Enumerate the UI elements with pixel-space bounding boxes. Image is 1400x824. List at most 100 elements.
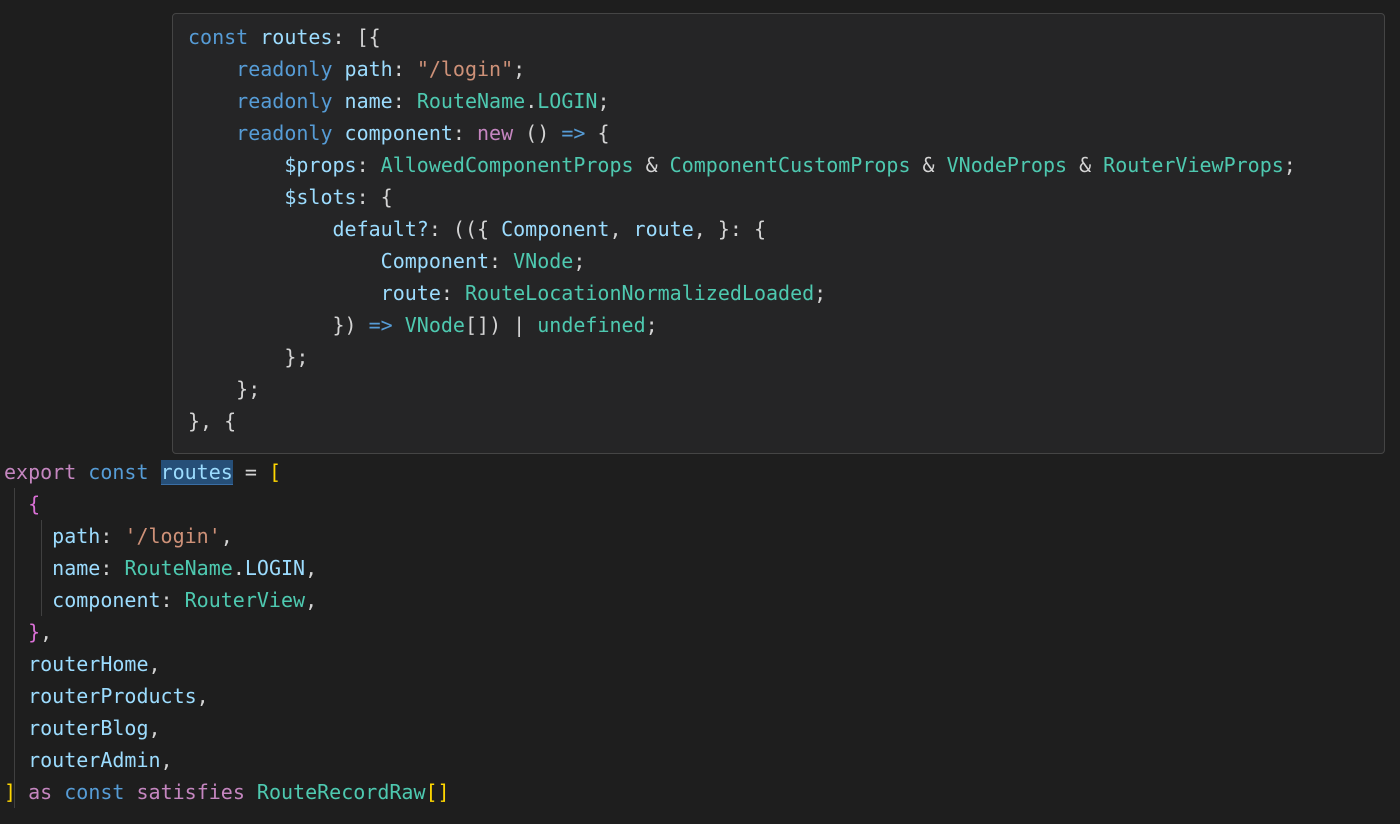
hover-token: : (({ xyxy=(428,217,502,241)
code-line: name: RouteName.LOGIN, xyxy=(4,552,317,584)
code-token: , xyxy=(305,588,318,612)
hover-token: VNode xyxy=(513,249,574,273)
hover-token: , xyxy=(609,217,634,241)
hover-line: $slots: { xyxy=(188,181,392,213)
hover-line: readonly component: new () => { xyxy=(188,117,610,149)
hover-token: => xyxy=(561,121,586,145)
hover-token: []) | xyxy=(464,313,538,337)
hover-token: RouterViewProps xyxy=(1103,153,1284,177)
code-token: '/login' xyxy=(124,524,221,548)
code-line: routerHome, xyxy=(4,648,161,680)
code-token: const xyxy=(88,460,149,484)
code-token: , xyxy=(196,684,209,708)
hover-token: LOGIN xyxy=(537,89,598,113)
code-line: path: '/login', xyxy=(4,520,233,552)
hover-token: }, { xyxy=(188,409,237,433)
hover-line: }; xyxy=(188,373,260,405)
hover-token: : xyxy=(489,249,514,273)
hover-token xyxy=(333,121,345,145)
hover-token: readonly xyxy=(236,57,333,81)
hover-token: Component xyxy=(501,217,610,241)
hover-token: ; xyxy=(513,57,526,81)
type-hover-tooltip[interactable]: const routes: [{ readonly path: "/login"… xyxy=(172,13,1385,454)
code-line: routerAdmin, xyxy=(4,744,173,776)
hover-token: readonly xyxy=(236,121,333,145)
code-line: ] as const satisfies RouteRecordRaw[] xyxy=(4,776,450,808)
hover-token: => xyxy=(368,313,393,337)
hover-token: : xyxy=(392,57,417,81)
code-token: : xyxy=(100,524,125,548)
hover-token xyxy=(248,25,260,49)
hover-token xyxy=(333,57,345,81)
hover-token: : xyxy=(392,89,417,113)
code-token: component xyxy=(52,588,161,612)
hover-token: VNode xyxy=(404,313,465,337)
code-line: export const routes = [ xyxy=(4,456,281,488)
code-token: [ xyxy=(268,460,281,484)
code-line: { xyxy=(4,488,40,520)
code-token: , xyxy=(160,748,173,772)
code-token: ] xyxy=(4,780,17,804)
hover-token: , }: { xyxy=(693,217,767,241)
hover-line: . xyxy=(188,437,296,453)
hover-token: . xyxy=(525,89,538,113)
code-token: LOGIN xyxy=(244,556,306,580)
hover-token: : xyxy=(452,121,478,145)
code-token: routerHome xyxy=(28,652,149,676)
code-token: routerProducts xyxy=(28,684,197,708)
code-token: path xyxy=(52,524,101,548)
hover-token: }) xyxy=(332,313,369,337)
code-token: routes xyxy=(160,460,233,485)
code-editor[interactable]: export const routes = [ { path: '/login'… xyxy=(0,456,1400,824)
hover-token: ; xyxy=(814,281,827,305)
hover-token: readonly xyxy=(236,89,333,113)
hover-token: : xyxy=(356,153,381,177)
hover-token: & xyxy=(633,153,670,177)
code-token: const xyxy=(64,780,125,804)
hover-token: route xyxy=(633,217,694,241)
code-token: } xyxy=(28,620,41,644)
code-token: , xyxy=(305,556,318,580)
hover-line: }; xyxy=(188,341,308,373)
code-token: routerAdmin xyxy=(28,748,161,772)
code-line: routerBlog, xyxy=(4,712,160,744)
hover-token: ComponentCustomProps xyxy=(669,153,911,177)
code-token: : xyxy=(100,556,125,580)
code-token: RouteRecordRaw xyxy=(256,780,426,804)
hover-token: ; xyxy=(645,313,658,337)
hover-token: { xyxy=(585,121,610,145)
hover-token: undefined xyxy=(537,313,646,337)
hover-token: $props xyxy=(284,153,357,177)
hover-token: routes xyxy=(260,25,333,49)
hover-token: () xyxy=(513,121,562,145)
hover-line: default?: (({ Component, route, }: { xyxy=(188,213,767,245)
hover-token: route xyxy=(380,281,441,305)
hover-token: RouteLocationNormalizedLoaded xyxy=(464,281,815,305)
hover-line: $props: AllowedComponentProps & Componen… xyxy=(188,149,1296,181)
hover-token: $slots xyxy=(284,185,357,209)
hover-token: Component xyxy=(380,249,490,273)
hover-token: new xyxy=(477,121,514,145)
code-token: RouterView xyxy=(184,588,306,612)
code-token: , xyxy=(148,652,161,676)
hover-line: Component: VNode; xyxy=(188,245,586,277)
code-token: export xyxy=(4,460,77,484)
hover-token: ; xyxy=(597,89,610,113)
